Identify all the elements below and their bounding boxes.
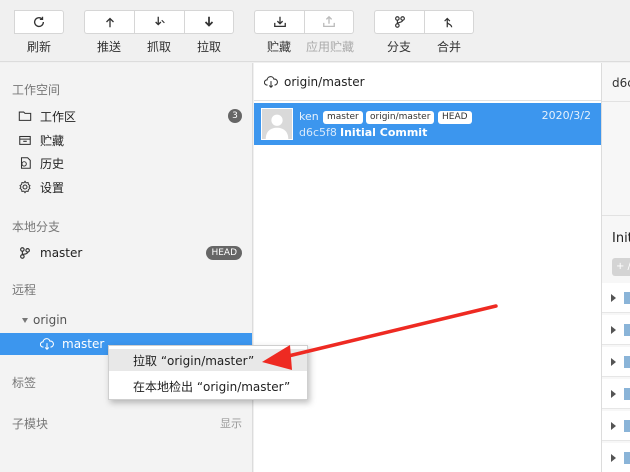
sidebar: 工作空间 工作区 3 贮藏 历史 设置 本地分支 master HEAD 远程 …: [0, 63, 253, 472]
divider: [602, 215, 630, 216]
file-icon: [624, 292, 630, 304]
commit-author: ken: [299, 110, 319, 123]
fetch-button[interactable]: [134, 10, 184, 34]
ref-tag: master: [323, 111, 363, 124]
remote-branch-name: master: [62, 337, 105, 351]
detail-hash: d6c: [612, 76, 630, 90]
file-icon: [624, 324, 630, 336]
merge-icon: [444, 17, 453, 28]
local-branch-master[interactable]: master HEAD: [0, 242, 252, 264]
sidebar-item-label: 设置: [40, 180, 65, 195]
branch-button[interactable]: [374, 10, 424, 34]
remote-name: origin: [33, 313, 68, 327]
tags-section-title: 标签: [12, 376, 37, 390]
sidebar-item-workspace[interactable]: 工作区 3: [0, 105, 252, 127]
remote-section-title: 远程: [12, 283, 37, 297]
detail-action-button[interactable]: + /: [612, 258, 630, 276]
refresh-group: [14, 10, 64, 34]
refresh-icon: [33, 16, 45, 28]
menu-item-checkout-local[interactable]: 在本地检出 “origin/master”: [109, 375, 307, 397]
commit-hash: d6c5f8: [299, 126, 337, 139]
file-icon: [624, 452, 630, 464]
avatar: [261, 108, 293, 140]
pull-button[interactable]: [184, 10, 234, 34]
sidebar-item-settings[interactable]: 设置: [0, 176, 252, 198]
sidebar-item-history[interactable]: 历史: [0, 152, 252, 174]
stash-label: 贮藏: [266, 40, 291, 54]
local-branches-section-title: 本地分支: [12, 220, 61, 234]
file-row[interactable]: [602, 347, 630, 377]
submodules-section-title: 子模块: [12, 417, 49, 431]
chevron-right-icon: [611, 390, 616, 398]
push-label: 推送: [96, 40, 121, 54]
submodules-show-link[interactable]: 显示: [220, 415, 242, 431]
commit-list-title: origin/master: [284, 74, 365, 89]
commit-detail-panel: d6c Init + /: [602, 63, 630, 472]
branch-icon: [20, 247, 30, 259]
file-row[interactable]: [602, 283, 630, 313]
sidebar-item-label: 历史: [40, 156, 65, 171]
apply-stash-icon: [323, 15, 335, 28]
apply-stash-label: 应用贮藏: [305, 40, 354, 54]
chevron-right-icon: [611, 326, 616, 334]
merge-button[interactable]: [424, 10, 474, 34]
commit-date: 2020/3/2: [541, 109, 591, 122]
refresh-label: 刷新: [26, 40, 51, 54]
changes-count-badge: 3: [228, 109, 242, 123]
detail-title: Init: [612, 231, 630, 246]
stash-group: [254, 10, 354, 34]
fetch-icon: [154, 16, 165, 26]
commit-list-header: origin/master: [254, 63, 601, 101]
remote-origin[interactable]: origin: [0, 309, 252, 331]
menu-item-pull-remote[interactable]: 拉取 “origin/master”: [109, 349, 307, 371]
apply-stash-button[interactable]: [304, 10, 354, 34]
chevron-down-icon: [22, 317, 28, 323]
push-icon: [105, 17, 114, 28]
sidebar-item-label: 贮藏: [40, 133, 65, 148]
user-silhouette-icon: [265, 114, 289, 139]
sidebar-item-label: 工作区: [40, 109, 77, 124]
ref-tag: HEAD: [438, 111, 472, 124]
branch-name: master: [40, 246, 83, 260]
push-button[interactable]: [84, 10, 134, 34]
stash-button[interactable]: [254, 10, 304, 34]
refresh-button[interactable]: [14, 10, 64, 34]
branch-group: [374, 10, 474, 34]
cloud-download-icon: [40, 338, 54, 350]
folder-icon: [18, 111, 32, 121]
branch-label: 分支: [386, 40, 411, 54]
commit-row[interactable]: ken master origin/master HEAD 2020/3/2 d…: [254, 103, 601, 145]
ref-tag: origin/master: [366, 111, 435, 124]
file-row[interactable]: [602, 411, 630, 441]
chevron-right-icon: [611, 358, 616, 366]
toolbar: 刷新 推送 抓取 拉取 贮藏 应用贮藏 分支 合并: [0, 0, 630, 62]
chevron-right-icon: [611, 294, 616, 302]
stash-icon: [273, 16, 286, 28]
cloud-download-icon: [264, 75, 278, 88]
workspace-section-title: 工作空间: [12, 83, 61, 97]
history-icon: [20, 157, 31, 169]
commit-list: origin/master ken master origin/master H…: [254, 63, 602, 472]
sync-group: [84, 10, 234, 34]
file-row[interactable]: [602, 443, 630, 472]
context-menu: 拉取 “origin/master” 在本地检出 “origin/master”: [108, 345, 308, 400]
stash-icon: [19, 135, 31, 145]
head-badge: HEAD: [206, 246, 242, 260]
file-row[interactable]: [602, 315, 630, 345]
branch-icon: [394, 16, 405, 28]
pull-icon: [204, 16, 214, 27]
pull-label: 拉取: [196, 40, 221, 54]
file-row[interactable]: [602, 379, 630, 409]
chevron-right-icon: [611, 422, 616, 430]
divider: [602, 101, 630, 102]
commit-message: Initial Commit: [340, 126, 428, 139]
file-icon: [624, 420, 630, 432]
gear-icon: [19, 180, 31, 194]
file-icon: [624, 356, 630, 368]
fetch-label: 抓取: [146, 40, 171, 54]
file-icon: [624, 388, 630, 400]
chevron-right-icon: [611, 454, 616, 462]
sidebar-item-stash[interactable]: 贮藏: [0, 129, 252, 151]
merge-label: 合并: [436, 40, 461, 54]
